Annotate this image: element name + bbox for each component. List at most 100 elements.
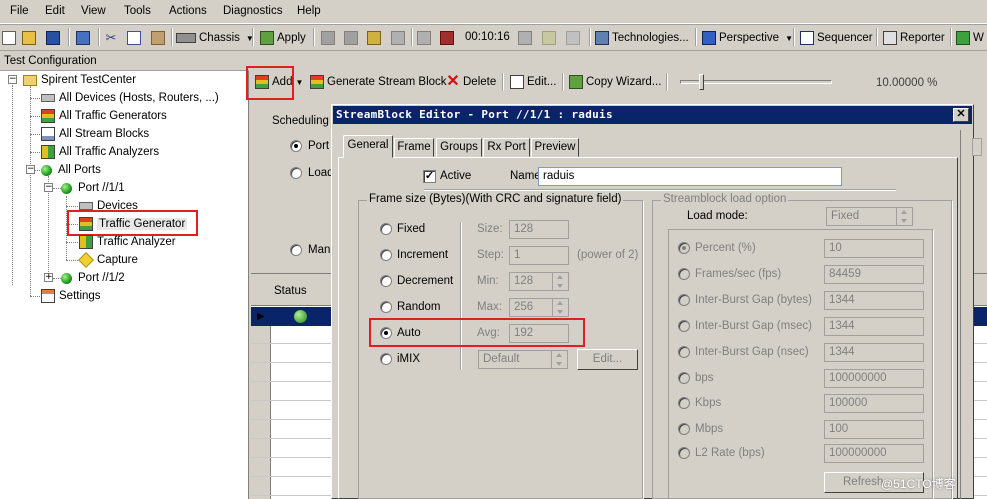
load-option-title: Streamblock load option [661,193,789,205]
collapse-root-icon[interactable]: − [8,75,17,84]
devices-start-icon[interactable] [344,31,358,45]
open-folder-icon[interactable] [22,31,36,45]
arp-icon[interactable] [321,31,335,45]
tree-label: Capture [97,254,138,266]
scheduling-load-label: Load [308,167,334,179]
save-icon[interactable] [46,31,60,45]
imix-edit-button: Edit... [577,349,638,370]
technologies-label: Technologies... [612,32,689,44]
zoom-slider-thumb[interactable] [699,74,704,90]
name-input[interactable]: raduis [538,167,842,186]
menu-actions[interactable]: Actions [169,5,207,17]
tree-item-all-traffic-analyzers[interactable]: All Traffic Analyzers [41,143,159,161]
tree-item-spirent-testcenter[interactable]: Spirent TestCenter [23,71,136,89]
tree-item-port-1-1[interactable]: Port //1/1 [61,179,125,197]
menu-file[interactable]: File [10,5,29,17]
highlight-add-button [246,66,294,100]
dialog-title: StreamBlock Editor - Port //1/1 : raduis [336,108,613,121]
scheduling-port-radio[interactable] [290,140,302,152]
traffic-analyzer-icon [41,145,55,159]
bps-input: 100000000 [824,369,924,388]
tab-groups[interactable]: Groups [436,138,482,157]
pointer-icon[interactable] [542,31,556,45]
generate-stream-block-button[interactable]: Generate Stream Block [310,73,447,91]
chassis-manager-icon[interactable] [76,31,90,45]
menu-view[interactable]: View [81,5,106,17]
collapse-port1-icon[interactable]: − [44,183,53,192]
tree-item-all-traffic-generators[interactable]: All Traffic Generators [41,107,167,125]
devices-icon [41,94,55,102]
perspective-dropdown[interactable]: Perspective ▼ [702,29,793,47]
tree-item-traffic-analyzer[interactable]: Traffic Analyzer [79,233,176,251]
decrement-radio[interactable] [380,275,392,287]
copy-wizard-button[interactable]: Copy Wizard... [569,73,661,91]
fps-radio [678,268,690,280]
random-label: Random [397,301,441,313]
sequencer-button[interactable]: Sequencer [800,29,873,47]
tree-label: Traffic Analyzer [97,236,176,248]
technologies-icon [595,31,609,45]
random-radio[interactable] [380,301,392,313]
row-arrow-icon: ▶ [257,311,265,322]
fps-label: Frames/sec (fps) [695,268,782,280]
menu-edit[interactable]: Edit [45,5,65,17]
mbps-label: Mbps [695,423,724,435]
generate-icon [310,75,324,89]
tab-general[interactable]: General [343,135,393,158]
delete-button[interactable]: ✕ Delete [446,73,496,91]
tree-item-all-devices[interactable]: All Devices (Hosts, Routers, ...) [41,89,219,107]
sequencer-icon [800,31,814,45]
stream-blocks-icon [41,127,55,141]
fixed-radio[interactable] [380,223,392,235]
tab-frame[interactable]: Frame [394,138,434,157]
edit-button[interactable]: Edit... [510,73,556,91]
tree-item-all-stream-blocks[interactable]: All Stream Blocks [41,125,149,143]
chassis-dropdown[interactable]: Chassis ▼ [176,29,254,47]
imix-radio[interactable] [380,353,392,365]
scheduling-load-radio[interactable] [290,167,302,179]
new-file-icon[interactable] [2,31,16,45]
menu-help[interactable]: Help [297,5,321,17]
tab-rx-port[interactable]: Rx Port [483,138,530,157]
test-icon[interactable] [518,31,532,45]
traffic-start-icon[interactable] [367,31,381,45]
technologies-button[interactable]: Technologies... [595,29,689,47]
tree-item-port-1-2[interactable]: Port //1/2 [61,269,125,287]
start-all-icon[interactable] [417,31,431,45]
stop-all-icon[interactable] [440,31,454,45]
tree-label: All Ports [58,164,101,176]
traffic-stop-icon[interactable] [391,31,405,45]
status-column-header[interactable]: Status [274,285,307,297]
tree-label: Settings [59,290,101,302]
cut-icon[interactable]: ✂ [104,31,118,45]
wizard-button[interactable]: W [956,29,984,47]
copy-wizard-label: Copy Wizard... [586,76,662,88]
copy-icon[interactable] [127,31,141,45]
ibg-nsec-input: 1344 [824,343,924,362]
copy-wizard-icon [569,75,583,89]
apply-button[interactable]: Apply [260,29,306,47]
paste-icon[interactable] [151,31,165,45]
tree-item-all-ports[interactable]: All Ports [41,161,101,179]
tree-item-capture[interactable]: Capture [78,251,138,269]
menu-diagnostics[interactable]: Diagnostics [223,5,282,17]
chassis-label: Chassis [199,32,240,44]
edit-label: Edit... [527,76,557,88]
traffic-analyzer-icon [79,235,93,249]
scheduling-manual-radio[interactable] [290,244,302,256]
tab-preview[interactable]: Preview [531,138,579,157]
close-button[interactable]: ✕ [953,108,969,122]
active-checkbox[interactable]: ✓ [423,170,436,183]
port-status-icon [61,182,72,194]
load-mode-label: Load mode: [687,210,748,222]
lock-icon[interactable] [566,31,580,45]
wizard-label: W [973,32,984,44]
tree-item-settings[interactable]: Settings [41,287,101,305]
menu-tools[interactable]: Tools [124,5,151,17]
collapse-all-ports-icon[interactable]: − [26,165,35,174]
tree-label: All Traffic Generators [59,110,167,122]
increment-radio[interactable] [380,249,392,261]
reporter-button[interactable]: Reporter [883,29,945,47]
size-label: Size: [477,223,503,235]
expand-port2-icon[interactable]: + [44,273,53,282]
